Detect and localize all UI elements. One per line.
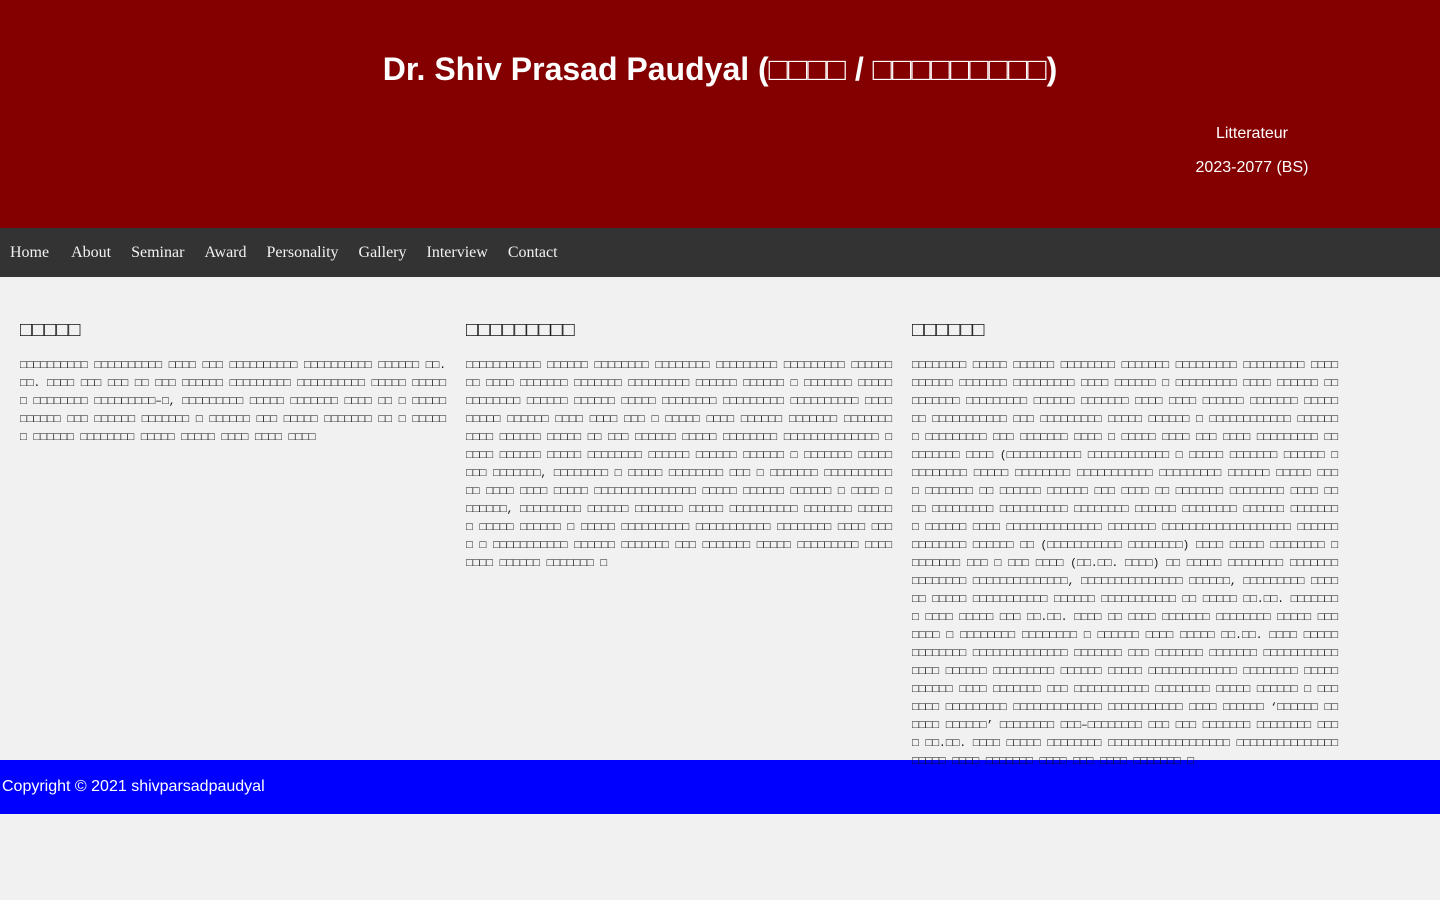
tagline: Litterateur bbox=[1215, 125, 1289, 142]
copyright-text: Copyright © 2021 shivparsadpaudyal bbox=[2, 778, 265, 795]
lifespan-years: 2023-2077 (BS) bbox=[1195, 159, 1309, 176]
column-text: □□□□□□□□□□ □□□□□□□□□□ □□□□ □□□ □□□□□□□□□… bbox=[20, 360, 446, 444]
site-title: Dr. Shiv Prasad Paudyal (□□□□ / □□□□□□□□… bbox=[382, 51, 1058, 87]
nav-seminar[interactable]: Seminar bbox=[121, 228, 194, 277]
content-column-1: □□□□□ □□□□□□□□□□ □□□□□□□□□□ □□□□ □□□ □□□… bbox=[20, 317, 446, 447]
column-heading: □□□□□□□□□ bbox=[466, 319, 575, 341]
nav-award[interactable]: Award bbox=[194, 228, 256, 277]
column-text: □□□□□□□□ □□□□□ □□□□□□ □□□□□□□□ □□□□□□□ □… bbox=[912, 360, 1338, 768]
column-heading: □□□□□ bbox=[20, 319, 81, 341]
nav-contact[interactable]: Contact bbox=[498, 228, 568, 277]
nav-gallery[interactable]: Gallery bbox=[349, 228, 417, 277]
site-header: Dr. Shiv Prasad Paudyal (□□□□ / □□□□□□□□… bbox=[0, 0, 1440, 228]
main-nav: Home About Seminar Award Personality Gal… bbox=[0, 228, 1440, 277]
nav-home[interactable]: Home bbox=[0, 228, 61, 277]
nav-interview[interactable]: Interview bbox=[417, 228, 498, 277]
column-text: □□□□□□□□□□□ □□□□□□ □□□□□□□□ □□□□□□□□ □□□… bbox=[466, 360, 892, 570]
main-content: □□□□□ □□□□□□□□□□ □□□□□□□□□□ □□□□ □□□ □□□… bbox=[0, 277, 1440, 768]
nav-about[interactable]: About bbox=[61, 228, 121, 277]
column-heading: □□□□□□ bbox=[912, 319, 985, 341]
content-column-3: □□□□□□ □□□□□□□□ □□□□□ □□□□□□ □□□□□□□□ □□… bbox=[912, 317, 1338, 771]
content-column-2: □□□□□□□□□ □□□□□□□□□□□ □□□□□□ □□□□□□□□ □□… bbox=[466, 317, 892, 573]
nav-personality[interactable]: Personality bbox=[257, 228, 349, 277]
